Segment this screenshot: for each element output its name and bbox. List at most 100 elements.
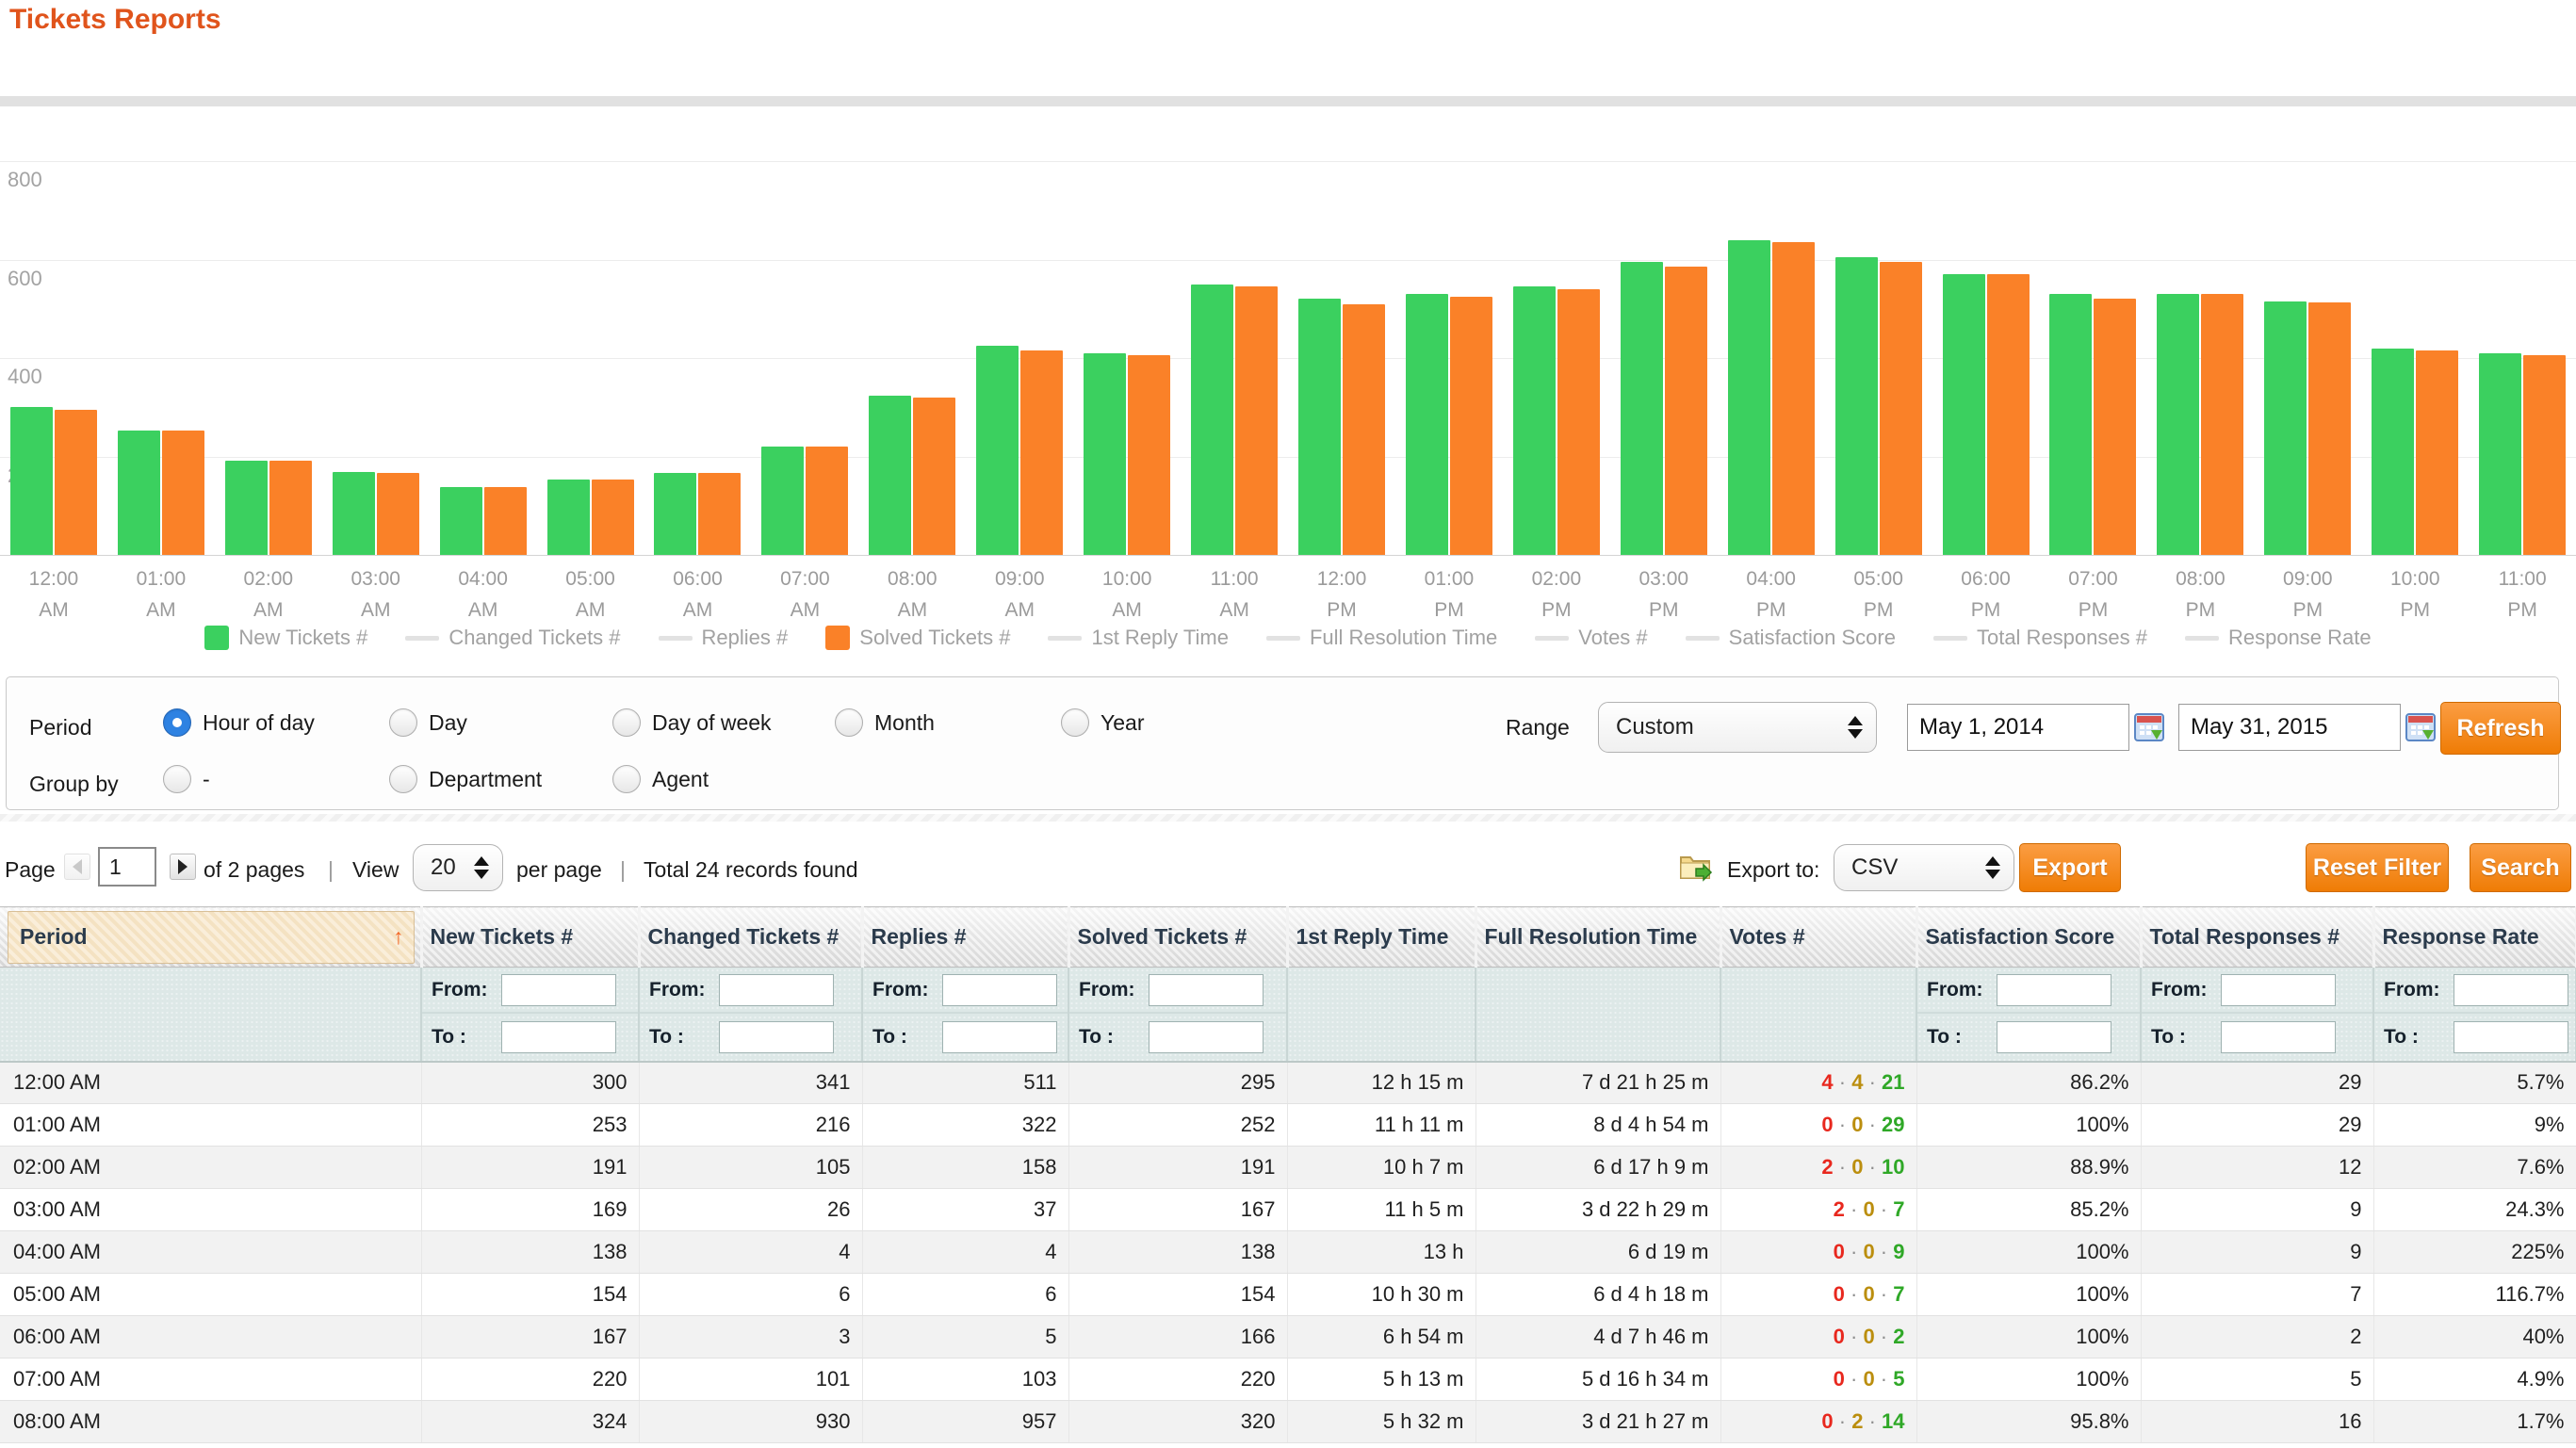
radio-icon[interactable] — [389, 765, 417, 793]
bar-group-06:00 AM — [644, 473, 752, 555]
next-page-button[interactable] — [170, 854, 196, 880]
to-filter-input[interactable] — [719, 1021, 834, 1053]
to-filter-input[interactable] — [501, 1021, 616, 1053]
bar-group-09:00 PM — [2254, 301, 2361, 555]
prev-page-button[interactable] — [64, 854, 90, 880]
radio-option--[interactable]: - — [163, 765, 210, 793]
radio-icon[interactable] — [835, 708, 863, 737]
radio-selected-icon[interactable] — [163, 708, 191, 737]
legend-item-new-tickets-#[interactable]: New Tickets # — [204, 626, 367, 650]
bar-new-tickets-#-07:00 PM — [2049, 294, 2092, 555]
cell-replies: 6 — [862, 1274, 1068, 1316]
from-filter-input[interactable] — [1997, 974, 2111, 1006]
export-button[interactable]: Export — [2019, 843, 2121, 892]
bar-new-tickets-#-06:00 AM — [654, 473, 696, 555]
date-from-input[interactable]: May 1, 2014 — [1907, 704, 2129, 751]
legend-swatch-icon — [825, 626, 850, 650]
x-axis-label: 11:00PM — [2469, 563, 2576, 626]
to-filter-input[interactable] — [2221, 1021, 2336, 1053]
legend-item-replies-#[interactable]: Replies # — [659, 626, 789, 650]
radio-option-agent[interactable]: Agent — [612, 765, 709, 793]
legend-item-votes-#[interactable]: Votes # — [1535, 626, 1647, 650]
cell-solved: 252 — [1068, 1104, 1287, 1147]
column-header-new-tickets[interactable]: New Tickets # — [421, 907, 639, 968]
bar-new-tickets-#-04:00 AM — [440, 487, 482, 555]
radio-option-month[interactable]: Month — [835, 708, 935, 737]
column-header-satisfaction-score[interactable]: Satisfaction Score — [1916, 907, 2141, 968]
range-select[interactable]: Custom — [1598, 702, 1877, 753]
x-axis-label: 10:00PM — [2361, 563, 2469, 626]
chart-x-axis — [0, 555, 2576, 556]
column-header-response-rate[interactable]: Response Rate — [2373, 907, 2576, 968]
to-filter-input[interactable] — [1149, 1021, 1264, 1053]
column-header-changed-tickets[interactable]: Changed Tickets # — [639, 907, 862, 968]
column-header-votes[interactable]: Votes # — [1720, 907, 1916, 968]
from-filter-input[interactable] — [2454, 974, 2568, 1006]
bar-solved-tickets-#-01:00 AM — [162, 431, 204, 555]
cell-response_rate: 24.3% — [2373, 1189, 2576, 1231]
cell-new: 324 — [421, 1401, 639, 1443]
column-header-replies[interactable]: Replies # — [862, 907, 1068, 968]
to-label: To : — [649, 1026, 709, 1049]
from-filter-input[interactable] — [1149, 974, 1264, 1006]
bar-solved-tickets-#-01:00 PM — [1450, 297, 1492, 555]
calendar-icon[interactable] — [2405, 711, 2436, 741]
radio-icon[interactable] — [612, 765, 641, 793]
legend-item-changed-tickets-#[interactable]: Changed Tickets # — [405, 626, 620, 650]
refresh-button[interactable]: Refresh — [2440, 702, 2561, 755]
page-count-label: of 2 pages — [204, 857, 304, 883]
legend-item-satisfaction-score[interactable]: Satisfaction Score — [1686, 626, 1896, 650]
radio-option-day-of-week[interactable]: Day of week — [612, 708, 772, 737]
legend-item-1st-reply-time[interactable]: 1st Reply Time — [1048, 626, 1229, 650]
page-number-input[interactable]: 1 — [98, 847, 156, 887]
search-button[interactable]: Search — [2470, 843, 2571, 892]
radio-option-day[interactable]: Day — [389, 708, 467, 737]
from-filter-input[interactable] — [942, 974, 1057, 1006]
table-row-01-00-am: 01:00 AM25321632225211 h 11 m8 d 4 h 54 … — [0, 1104, 2576, 1147]
cell-replies: 957 — [862, 1401, 1068, 1443]
bar-solved-tickets-#-04:00 PM — [1772, 242, 1815, 555]
next-arrow-icon — [178, 859, 187, 874]
column-header-1st-reply-time[interactable]: 1st Reply Time — [1287, 907, 1475, 968]
radio-icon[interactable] — [389, 708, 417, 737]
column-header-solved-tickets[interactable]: Solved Tickets # — [1068, 907, 1287, 968]
to-filter-input[interactable] — [2454, 1021, 2568, 1053]
column-header-full-resolution-time[interactable]: Full Resolution Time — [1475, 907, 1720, 968]
cell-new: 253 — [421, 1104, 639, 1147]
radio-icon[interactable] — [612, 708, 641, 737]
radio-icon[interactable] — [163, 765, 191, 793]
from-filter-input[interactable] — [719, 974, 834, 1006]
cell-new: 220 — [421, 1359, 639, 1401]
legend-item-total-responses-#[interactable]: Total Responses # — [1933, 626, 2147, 650]
cell-satisfaction: 88.9% — [1916, 1147, 2141, 1189]
column-header-total-responses[interactable]: Total Responses # — [2141, 907, 2373, 968]
column-header-period[interactable]: Period↑ — [0, 907, 421, 968]
radio-option-hour-of-day[interactable]: Hour of day — [163, 708, 315, 737]
bar-new-tickets-#-12:00 PM — [1298, 299, 1341, 555]
from-label: From: — [432, 979, 492, 1001]
cell-satisfaction: 100% — [1916, 1274, 2141, 1316]
cell-changed: 216 — [639, 1104, 862, 1147]
legend-item-full-resolution-time[interactable]: Full Resolution Time — [1266, 626, 1497, 650]
to-filter-input[interactable] — [942, 1021, 1057, 1053]
from-filter-input[interactable] — [2221, 974, 2336, 1006]
to-filter-input[interactable] — [1997, 1021, 2111, 1053]
reset-filter-button[interactable]: Reset Filter — [2306, 843, 2449, 892]
legend-item-solved-tickets-#[interactable]: Solved Tickets # — [825, 626, 1010, 650]
x-axis-label: 09:00AM — [966, 563, 1073, 626]
radio-option-year[interactable]: Year — [1061, 708, 1144, 737]
radio-icon[interactable] — [1061, 708, 1089, 737]
legend-label: Votes # — [1578, 626, 1647, 650]
export-format-select[interactable]: CSV — [1834, 844, 2014, 891]
radio-option-department[interactable]: Department — [389, 765, 542, 793]
legend-item-response-rate[interactable]: Response Rate — [2185, 626, 2372, 650]
sort-ascending-icon: ↑ — [393, 924, 404, 950]
from-filter-input[interactable] — [501, 974, 616, 1006]
cell-response_rate: 9% — [2373, 1104, 2576, 1147]
calendar-icon[interactable] — [2134, 711, 2164, 741]
cell-changed: 341 — [639, 1062, 862, 1104]
x-axis-label: 07:00AM — [751, 563, 858, 626]
per-page-select[interactable]: 20 — [413, 844, 503, 891]
date-to-input[interactable]: May 31, 2015 — [2178, 704, 2401, 751]
bar-group-10:00 PM — [2361, 349, 2469, 555]
